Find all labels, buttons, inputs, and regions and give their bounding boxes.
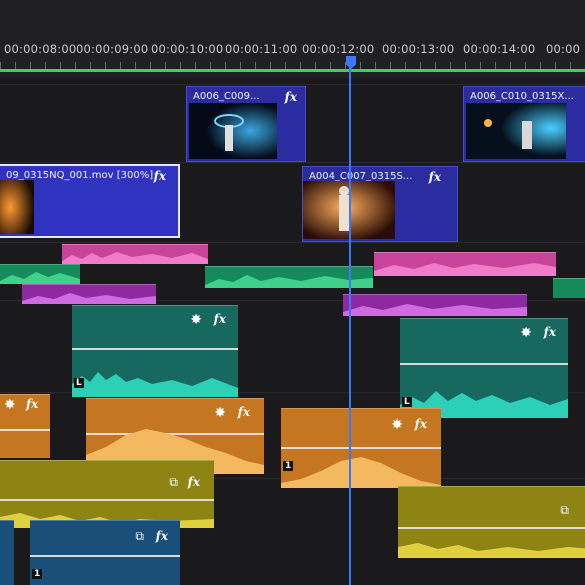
audio-clip[interactable]: ✸ fx	[0, 394, 50, 458]
fx-badge-icon: fx	[155, 529, 168, 543]
clip-name: A006_C009...	[193, 91, 260, 102]
audio-clip[interactable]	[553, 278, 585, 298]
audio-clip[interactable]	[22, 284, 156, 304]
audio-clip[interactable]	[62, 244, 208, 264]
ruler-timecode: 00:00:08:00	[4, 42, 77, 56]
clip-thumbnail	[466, 103, 566, 159]
audio-clip[interactable]: ⧉	[398, 486, 585, 558]
clip-thumbnail	[0, 180, 34, 234]
audio-clip[interactable]: ✸ fx L	[72, 305, 238, 397]
clip-thumbnail	[189, 103, 277, 159]
keyframe-star-icon: ✸	[190, 312, 202, 328]
keyframe-link-icon: ⧉	[169, 475, 178, 489]
keyframe-link-icon: ⧉	[135, 529, 144, 543]
keyframe-star-icon: ✸	[4, 397, 16, 413]
audio-clip[interactable]	[374, 252, 556, 276]
video-clip-selected[interactable]: 09_0315NQ_001.mov [300%] fx	[0, 164, 180, 238]
video-clip[interactable]: A006_C010_0315X...	[463, 86, 585, 162]
time-ruler[interactable]: 00:00:08:00 00:00:09:00 00:00:10:00 00:0…	[0, 0, 585, 78]
video-clip[interactable]: A004_C007_0315S... fx	[302, 166, 458, 242]
volume-line[interactable]	[0, 429, 50, 431]
work-area-bar[interactable]	[0, 69, 585, 72]
clip-marker: L	[74, 378, 84, 388]
audio-clip[interactable]	[205, 266, 373, 288]
clip-marker: 1	[32, 569, 43, 579]
ruler-timecode: 00:00	[546, 42, 581, 56]
track-divider	[0, 242, 585, 243]
playhead-line[interactable]	[349, 56, 351, 585]
audio-clip[interactable]	[343, 294, 527, 316]
ruler-timecode: 00:00:14:00	[463, 42, 536, 56]
ruler-timecode: 00:00:10:00	[151, 42, 224, 56]
timeline-panel[interactable]: 00:00:08:00 00:00:09:00 00:00:10:00 00:0…	[0, 0, 585, 585]
audio-clip[interactable]: ✸ fx L	[400, 318, 568, 418]
fx-badge-icon: fx	[543, 325, 556, 339]
track-divider	[0, 84, 585, 85]
volume-line[interactable]	[398, 527, 585, 529]
clip-name: A006_C010_0315X...	[470, 91, 574, 102]
ruler-timecode: 00:00:12:00	[302, 42, 375, 56]
fx-badge-icon: fx	[414, 417, 427, 431]
audio-clip[interactable]	[0, 520, 14, 585]
audio-clip[interactable]: ⧉ fx	[0, 460, 214, 528]
clip-marker: L	[402, 397, 412, 407]
fx-badge-icon: fx	[153, 169, 166, 183]
fx-badge-icon: fx	[284, 90, 297, 104]
audio-clip[interactable]: ⧉ fx 1	[30, 520, 180, 585]
fx-badge-icon: fx	[428, 170, 441, 184]
clip-marker: 1	[283, 461, 294, 471]
track-divider	[0, 162, 585, 163]
keyframe-star-icon: ✸	[520, 325, 532, 341]
audio-clip[interactable]	[0, 264, 80, 284]
fx-badge-icon: fx	[187, 475, 200, 489]
ruler-timecode: 00:00:13:00	[382, 42, 455, 56]
volume-line[interactable]	[30, 555, 180, 557]
ruler-timecode: 00:00:09:00	[76, 42, 149, 56]
volume-line[interactable]	[72, 348, 238, 350]
fx-badge-icon: fx	[213, 312, 226, 326]
volume-line[interactable]	[0, 499, 214, 501]
keyframe-star-icon: ✸	[214, 405, 226, 421]
keyframe-star-icon: ✸	[391, 417, 403, 433]
fx-badge-icon: fx	[26, 397, 39, 411]
fx-badge-icon: fx	[237, 405, 250, 419]
keyframe-link-icon: ⧉	[560, 503, 569, 517]
audio-clip[interactable]: ✸ fx 1	[281, 408, 441, 488]
video-clip[interactable]: A006_C009... fx	[186, 86, 306, 162]
ruler-timecode: 00:00:11:00	[225, 42, 298, 56]
volume-line[interactable]	[400, 363, 568, 365]
